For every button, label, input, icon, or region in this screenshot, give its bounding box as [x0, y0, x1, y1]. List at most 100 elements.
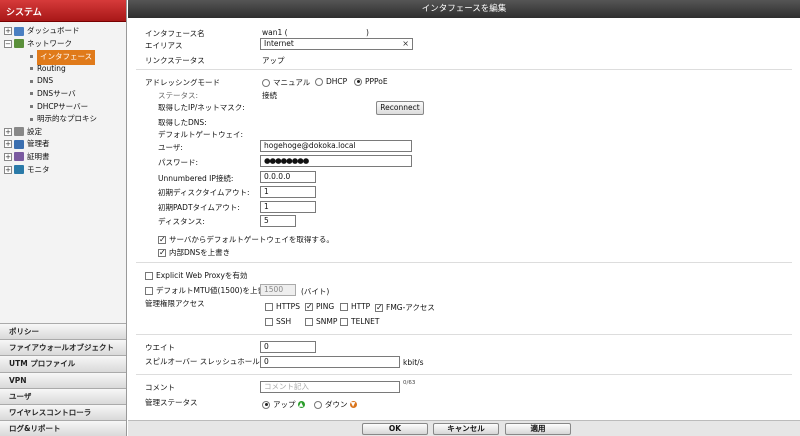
- access-snmp-checkbox[interactable]: SNMP: [305, 317, 337, 326]
- link-status-value: アップ: [262, 56, 285, 65]
- tree-item[interactable]: Routing: [4, 63, 124, 76]
- weight-label: ウエイト: [145, 343, 175, 352]
- cancel-button[interactable]: キャンセル: [433, 423, 499, 435]
- bullet-icon: [30, 92, 33, 96]
- tree-item[interactable]: + 管理者: [4, 138, 124, 151]
- bullet-icon: [30, 105, 33, 109]
- footer-bar: OK キャンセル 適用: [128, 420, 800, 436]
- sidebar-header-system[interactable]: システム: [0, 0, 126, 22]
- explicit-proxy-checkbox[interactable]: Explicit Web Proxyを有効: [145, 270, 247, 281]
- settings-icon: [14, 127, 24, 137]
- spillover-unit: kbit/s: [403, 358, 424, 367]
- expand-icon[interactable]: +: [4, 165, 12, 174]
- tree-item[interactable]: − ネットワーク: [4, 38, 124, 51]
- radio-dhcp[interactable]: DHCP: [315, 77, 347, 86]
- bottom-menu-item[interactable]: ポリシー: [0, 323, 126, 340]
- gateway-label: デフォルトゲートウェイ:: [158, 130, 244, 139]
- tree-item[interactable]: 明示的なプロキシ: [4, 113, 124, 126]
- tree-item-label: ダッシュボード: [27, 26, 80, 35]
- discovery-timeout-input[interactable]: 1: [260, 186, 316, 198]
- comment-label: コメント: [145, 383, 175, 392]
- interface-name-close: ): [366, 28, 369, 37]
- access-fmg-checkbox[interactable]: ✓ FMG-アクセス: [375, 302, 435, 313]
- padt-timeout-input[interactable]: 1: [260, 201, 316, 213]
- tree-item[interactable]: DHCPサーバー: [4, 101, 124, 114]
- unnumbered-ip-input[interactable]: 0.0.0.0: [260, 171, 316, 183]
- spillover-label: スピルオーバー スレッシュホールド: [145, 357, 268, 366]
- expand-icon[interactable]: +: [4, 27, 12, 35]
- access-http-checkbox[interactable]: HTTP: [340, 302, 370, 311]
- user-input[interactable]: hogehoge@dokoka.local: [260, 140, 412, 152]
- tree-item-label: DHCPサーバー: [37, 101, 89, 111]
- divider: [136, 262, 792, 263]
- access-https-checkbox[interactable]: HTTPS: [265, 302, 300, 311]
- bullet-icon: [30, 117, 33, 121]
- reconnect-button[interactable]: Reconnect: [376, 101, 424, 115]
- expand-icon[interactable]: +: [4, 140, 12, 149]
- bottom-menu-item[interactable]: VPN: [0, 371, 126, 388]
- arrow-up-icon: ▲: [297, 401, 305, 408]
- dns-label: 取得したDNS:: [158, 118, 207, 127]
- password-label: パスワード:: [158, 158, 199, 167]
- weight-input[interactable]: 0: [260, 341, 316, 353]
- discovery-timeout-label: 初期ディスクタイムアウト:: [158, 188, 250, 197]
- bottom-menu-item[interactable]: ユーザ: [0, 387, 126, 404]
- alias-label: エイリアス: [145, 41, 183, 50]
- padt-timeout-label: 初期PADTタイムアウト:: [158, 203, 240, 212]
- get-gateway-checkbox[interactable]: ✓ サーバからデフォルトゲートウェイを取得する。: [158, 234, 334, 245]
- spillover-input[interactable]: 0: [260, 356, 400, 368]
- tree-item-label: Routing: [37, 63, 66, 73]
- tree-item[interactable]: DNSサーバ: [4, 88, 124, 101]
- tree-item[interactable]: + ダッシュボード: [4, 25, 124, 38]
- interface-name-label: インタフェース名: [145, 29, 205, 38]
- sidebar: システム + ダッシュボード − ネットワークインタフェース Routing DNS DNS…: [0, 0, 127, 436]
- collapse-icon[interactable]: −: [4, 39, 12, 48]
- clear-icon[interactable]: ×: [402, 39, 409, 49]
- apply-button[interactable]: 適用: [505, 423, 571, 435]
- network-icon: [14, 39, 24, 49]
- tree-item[interactable]: + 設定: [4, 126, 124, 139]
- expand-icon[interactable]: +: [4, 152, 12, 161]
- bullet-icon: [30, 67, 33, 71]
- password-input[interactable]: ●●●●●●●●: [260, 155, 412, 167]
- alias-input[interactable]: Internet ×: [260, 38, 413, 50]
- distance-label: ディスタンス:: [158, 217, 205, 226]
- tree-item[interactable]: + 証明書: [4, 151, 124, 164]
- override-dns-checkbox[interactable]: ✓ 内部DNSを上書き: [158, 247, 230, 258]
- tree-item[interactable]: + モニタ: [4, 164, 124, 177]
- bottom-menu-item[interactable]: UTM プロファイル: [0, 355, 126, 372]
- radio-pppoe[interactable]: PPPoE: [354, 77, 388, 86]
- tree-item-label: ネットワーク: [27, 38, 72, 48]
- bottom-menu-item[interactable]: ワイヤレスコントローラ: [0, 403, 126, 421]
- bottom-menu-item[interactable]: ファイアウォールオブジェクト: [0, 339, 126, 356]
- tree-item[interactable]: インタフェース: [4, 50, 124, 65]
- tree-item[interactable]: DNS: [4, 75, 124, 88]
- addressing-mode-label: アドレッシングモード: [145, 78, 220, 87]
- monitor-icon: [14, 165, 24, 175]
- bullet-icon: [30, 79, 33, 83]
- divider: [136, 374, 792, 375]
- link-status-label: リンクステータス: [145, 56, 205, 65]
- access-ssh-checkbox[interactable]: SSH: [265, 317, 291, 326]
- comment-input[interactable]: コメント記入: [260, 381, 400, 393]
- access-ping-checkbox[interactable]: ✓ PING: [305, 302, 334, 311]
- mtu-override-checkbox[interactable]: デフォルトMTU値(1500)を上書き: [145, 285, 272, 296]
- access-telnet-checkbox[interactable]: TELNET: [340, 317, 379, 326]
- ok-button[interactable]: OK: [362, 423, 428, 435]
- nav-tree: + ダッシュボード − ネットワークインタフェース Routing DNS DNSサーバ DH…: [4, 25, 124, 176]
- status-label: ステータス:: [158, 91, 199, 100]
- ip-mask-label: 取得したIP/ネットマスク:: [158, 103, 245, 112]
- expand-icon[interactable]: +: [4, 127, 12, 136]
- interface-name-value: wan1 (: [262, 28, 288, 37]
- unnumbered-ip-label: Unnumbered IP接続:: [158, 174, 234, 183]
- mtu-unit: (バイト): [301, 287, 330, 296]
- admin-icon: [14, 139, 24, 149]
- bottom-menu-item[interactable]: ログ&リポート: [0, 420, 126, 436]
- bullet-icon: [30, 54, 33, 58]
- radio-admin-up[interactable]: アップ ▲: [262, 399, 305, 410]
- mtu-input[interactable]: 1500: [260, 284, 296, 296]
- radio-manual[interactable]: マニュアル: [262, 77, 310, 88]
- radio-admin-down[interactable]: ダウン ▼: [314, 399, 357, 410]
- certificate-icon: [14, 152, 24, 162]
- distance-input[interactable]: 5: [260, 215, 296, 227]
